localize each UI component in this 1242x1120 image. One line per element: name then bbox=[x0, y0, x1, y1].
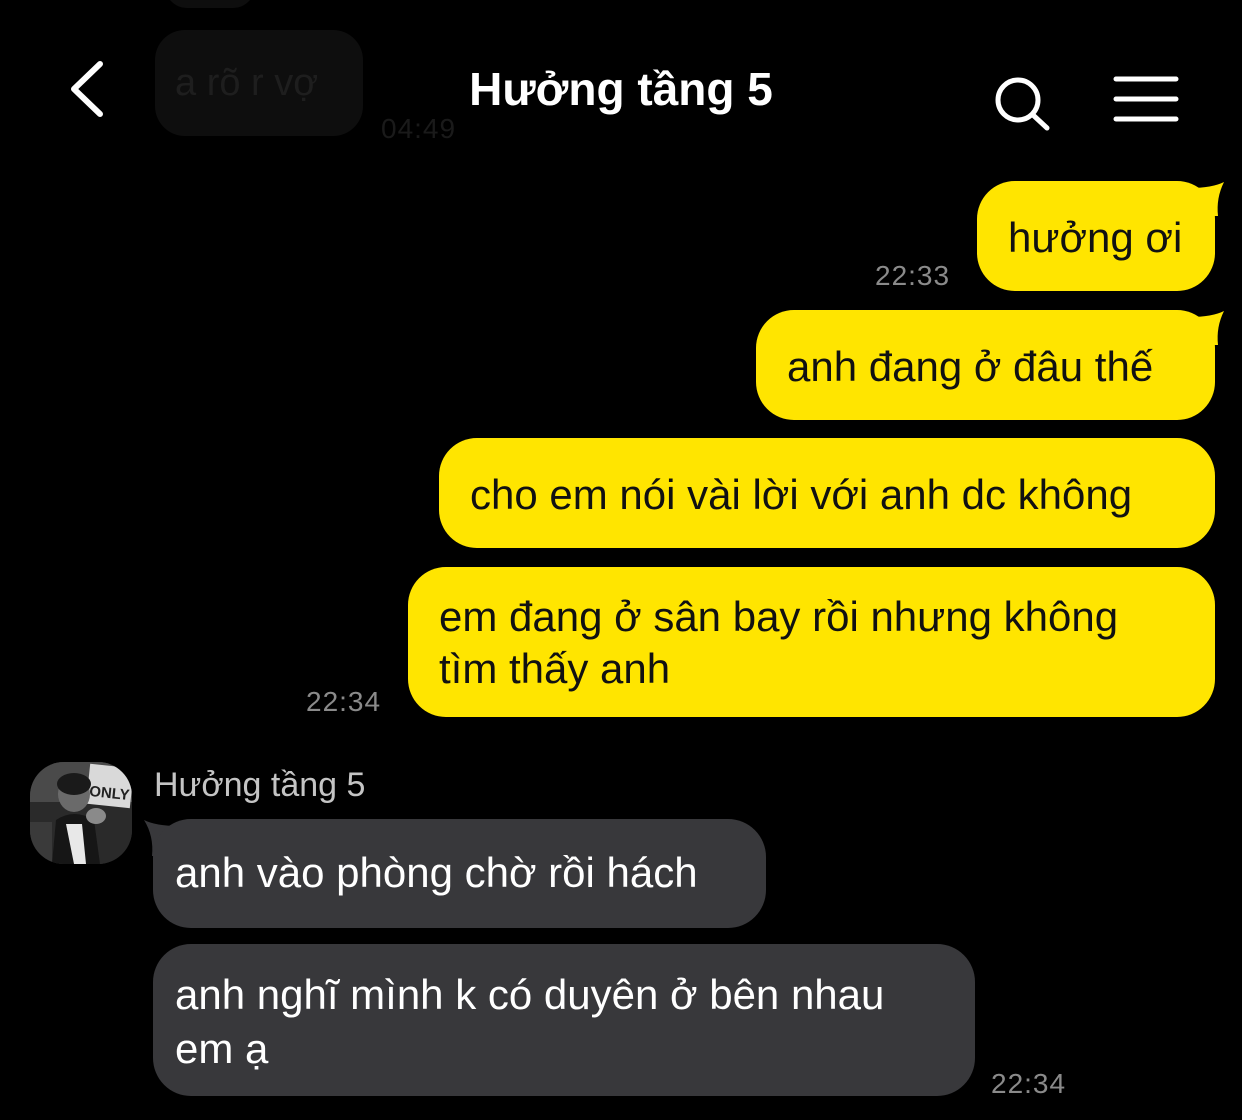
sender-name: Hưởng tầng 5 bbox=[154, 766, 366, 804]
message-text: anh vào phòng chờ rồi hách bbox=[175, 849, 698, 896]
search-button[interactable] bbox=[992, 74, 1054, 132]
message-text-line: em ạ bbox=[175, 1025, 269, 1072]
message-text-line: em đang ở sân bay rồi nhưng không bbox=[439, 593, 1119, 640]
outgoing-message-bubble[interactable]: cho em nói vài lời với anh dc không bbox=[439, 438, 1215, 548]
message-time: 22:34 bbox=[991, 1068, 1067, 1099]
message-text-line: anh nghĩ mình k có duyên ở bên nhau bbox=[175, 971, 885, 1018]
chat-title: Hưởng tầng 5 bbox=[469, 63, 773, 115]
outgoing-message-bubble[interactable]: hưởng ơi bbox=[977, 181, 1215, 291]
avatar[interactable]: ONLY bbox=[30, 762, 132, 864]
message-text: hưởng ơi bbox=[1008, 214, 1183, 261]
incoming-message-bubble[interactable]: anh vào phòng chờ rồi hách bbox=[153, 819, 766, 928]
menu-button[interactable] bbox=[1112, 74, 1180, 124]
incoming-message-bubble[interactable]: anh nghĩ mình k có duyên ở bên nhau em ạ bbox=[153, 944, 975, 1096]
outgoing-message-bubble[interactable]: em đang ở sân bay rồi nhưng không tìm th… bbox=[408, 567, 1215, 717]
search-icon bbox=[995, 77, 1050, 131]
message-text: anh đang ở đâu thế bbox=[787, 343, 1154, 390]
message-text-line: tìm thấy anh bbox=[439, 645, 671, 692]
chat-header: Hưởng tầng 5 bbox=[0, 0, 1242, 170]
message-time: 22:34 bbox=[306, 686, 382, 717]
avatar-photo: ONLY bbox=[30, 762, 132, 864]
hamburger-menu-icon bbox=[1113, 76, 1179, 122]
message-text: cho em nói vài lời với anh dc không bbox=[470, 471, 1133, 518]
message-time: 22:33 bbox=[875, 260, 951, 291]
outgoing-message-bubble[interactable]: anh đang ở đâu thế bbox=[756, 310, 1215, 420]
